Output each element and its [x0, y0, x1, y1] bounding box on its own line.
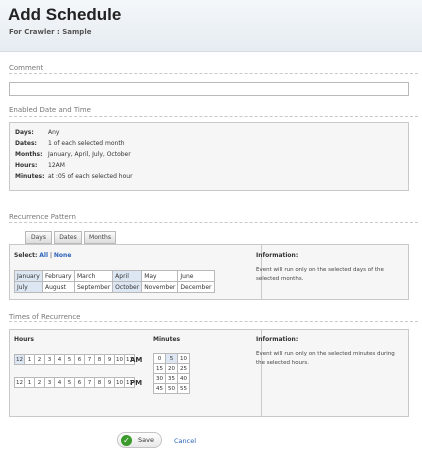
hour-cell[interactable]: 1 [24, 354, 35, 365]
section-divider [9, 222, 418, 223]
hour-cell[interactable]: 2 [34, 354, 45, 365]
select-none-link[interactable]: None [54, 252, 71, 259]
hour-cell[interactable]: 6 [74, 354, 85, 365]
am-hours-grid: 12 1 2 3 4 5 6 7 8 9 10 11 [14, 354, 135, 365]
minute-cell[interactable]: 25 [177, 363, 190, 374]
hours-heading: Hours [14, 336, 34, 343]
minute-cell[interactable]: 35 [165, 373, 178, 384]
minute-cell[interactable]: 15 [153, 363, 166, 374]
month-row: July August September October November D… [14, 281, 215, 293]
hour-cell[interactable]: 4 [54, 354, 65, 365]
times-section-label: Times of Recurrence [9, 313, 81, 321]
section-divider [9, 321, 418, 322]
minute-cell[interactable]: 45 [153, 383, 166, 394]
tab-dates[interactable]: Dates [54, 231, 82, 244]
month-cell[interactable]: July [14, 281, 43, 293]
select-all-link[interactable]: All [39, 252, 48, 259]
tab-days[interactable]: Days [25, 231, 52, 244]
cancel-link[interactable]: Cancel [174, 437, 196, 445]
hour-cell[interactable]: 5 [64, 377, 75, 388]
minute-row: 30 35 40 [153, 373, 190, 384]
month-row: January February March April May June [14, 270, 215, 282]
hour-cell[interactable]: 12 [14, 377, 25, 388]
hour-cell[interactable]: 10 [114, 354, 125, 365]
section-divider [9, 116, 418, 117]
pm-label: PM [130, 379, 143, 387]
recurrence-info-text: Event will run only on the selected days… [256, 267, 384, 282]
month-cell[interactable]: September [73, 281, 114, 293]
minute-row: 15 20 25 [153, 363, 190, 374]
pm-hours-grid: 12 1 2 3 4 5 6 7 8 9 10 11 [14, 377, 135, 388]
hour-cell[interactable]: 8 [94, 377, 105, 388]
summary-row-dates: Dates: 1 of each selected month [15, 140, 125, 147]
minute-row: 0 5 10 [153, 353, 190, 364]
hour-cell[interactable]: 9 [104, 354, 115, 365]
minutes-grid: 0 5 10 15 20 25 30 35 40 45 50 55 [153, 353, 190, 394]
month-cell[interactable]: March [73, 270, 114, 282]
hour-cell[interactable]: 8 [94, 354, 105, 365]
hour-cell[interactable]: 1 [24, 377, 35, 388]
hour-row: 12 1 2 3 4 5 6 7 8 9 10 11 [14, 354, 135, 365]
times-panel [9, 329, 409, 417]
month-cell[interactable]: August [42, 281, 75, 293]
minute-cell[interactable]: 55 [177, 383, 190, 394]
summary-row-months: Months: January, April, July, October [15, 151, 131, 158]
hour-cell[interactable]: 7 [84, 377, 95, 388]
minute-cell[interactable]: 10 [177, 353, 190, 364]
minute-cell[interactable]: 50 [165, 383, 178, 394]
hour-cell[interactable]: 12 [14, 354, 25, 365]
month-cell[interactable]: December [177, 281, 215, 293]
summary-row-days: Days: Any [15, 129, 60, 136]
minute-cell[interactable]: 30 [153, 373, 166, 384]
hour-cell[interactable]: 7 [84, 354, 95, 365]
enabled-summary-box: Days: Any Dates: 1 of each selected month … [9, 122, 409, 191]
month-cell[interactable]: October [112, 281, 143, 293]
times-info-title: Information: [256, 336, 299, 343]
save-button[interactable]: ✓ Save [117, 432, 162, 448]
month-select-controls: Select: All | None [14, 252, 72, 259]
comment-section-label: Comment [9, 64, 44, 72]
tab-months[interactable]: Months [84, 231, 116, 244]
minutes-heading: Minutes [153, 336, 181, 343]
minute-cell[interactable]: 5 [165, 353, 178, 364]
month-grid: January February March April May June Ju… [14, 270, 215, 293]
page-subtitle: For Crawler : Sample [9, 28, 92, 36]
am-label: AM [130, 356, 143, 364]
hour-cell[interactable]: 6 [74, 377, 85, 388]
hour-cell[interactable]: 9 [104, 377, 115, 388]
minute-row: 45 50 55 [153, 383, 190, 394]
hour-cell[interactable]: 3 [44, 354, 55, 365]
hour-cell[interactable]: 3 [44, 377, 55, 388]
month-cell[interactable]: April [112, 270, 143, 282]
page-title: Add Schedule [8, 5, 122, 24]
page-header: Add Schedule For Crawler : Sample [0, 0, 422, 52]
minute-cell[interactable]: 0 [153, 353, 166, 364]
hour-cell[interactable]: 10 [114, 377, 125, 388]
month-cell[interactable]: May [141, 270, 179, 282]
enabled-section-label: Enabled Date and Time [9, 106, 91, 114]
minute-cell[interactable]: 40 [177, 373, 190, 384]
month-cell[interactable]: February [42, 270, 75, 282]
recurrence-section-label: Recurrence Pattern [9, 213, 76, 221]
hour-row: 12 1 2 3 4 5 6 7 8 9 10 11 [14, 377, 135, 388]
hour-cell[interactable]: 4 [54, 377, 65, 388]
section-divider [9, 73, 418, 74]
summary-row-hours: Hours: 12AM [15, 162, 65, 169]
month-cell[interactable]: June [177, 270, 215, 282]
summary-row-minutes: Minutes: at :05 of each selected hour [15, 173, 133, 180]
times-info-text: Event will run only on the selected minu… [256, 351, 395, 366]
month-cell[interactable]: January [14, 270, 43, 282]
month-cell[interactable]: November [141, 281, 179, 293]
hour-cell[interactable]: 2 [34, 377, 45, 388]
hour-cell[interactable]: 5 [64, 354, 75, 365]
minute-cell[interactable]: 20 [165, 363, 178, 374]
checkmark-icon: ✓ [121, 435, 132, 446]
comment-input[interactable] [9, 82, 409, 96]
recurrence-info-title: Information: [256, 252, 299, 259]
